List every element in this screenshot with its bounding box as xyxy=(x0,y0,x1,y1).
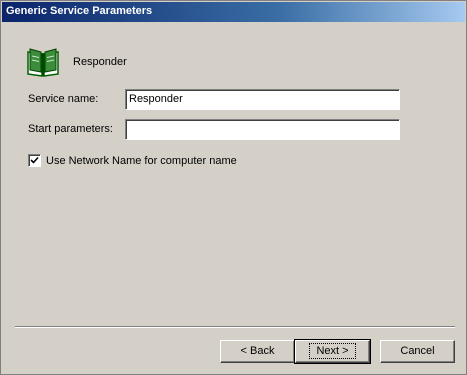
back-button-label: < Back xyxy=(240,345,275,357)
back-button[interactable]: < Back xyxy=(220,340,295,363)
cancel-button-label: Cancel xyxy=(400,345,435,357)
book-icon xyxy=(25,45,61,79)
header-label: Responder xyxy=(73,56,127,68)
cancel-button[interactable]: Cancel xyxy=(380,340,455,363)
start-parameters-label: Start parameters: xyxy=(28,123,113,135)
service-name-label: Service name: xyxy=(28,93,99,105)
separator-highlight xyxy=(15,327,455,328)
checkmark-icon xyxy=(30,156,39,164)
next-button-label: Next > xyxy=(309,343,356,359)
service-name-field[interactable]: Responder xyxy=(125,89,400,110)
wizard-window: Generic Service Parameters Responder Ser… xyxy=(0,0,467,375)
start-parameters-field[interactable] xyxy=(125,119,400,140)
next-button[interactable]: Next > xyxy=(294,339,371,364)
window-title: Generic Service Parameters xyxy=(6,5,153,17)
title-bar[interactable]: Generic Service Parameters xyxy=(2,2,465,22)
use-network-name-label[interactable]: Use Network Name for computer name xyxy=(46,155,237,167)
use-network-name-checkbox[interactable] xyxy=(28,154,41,167)
